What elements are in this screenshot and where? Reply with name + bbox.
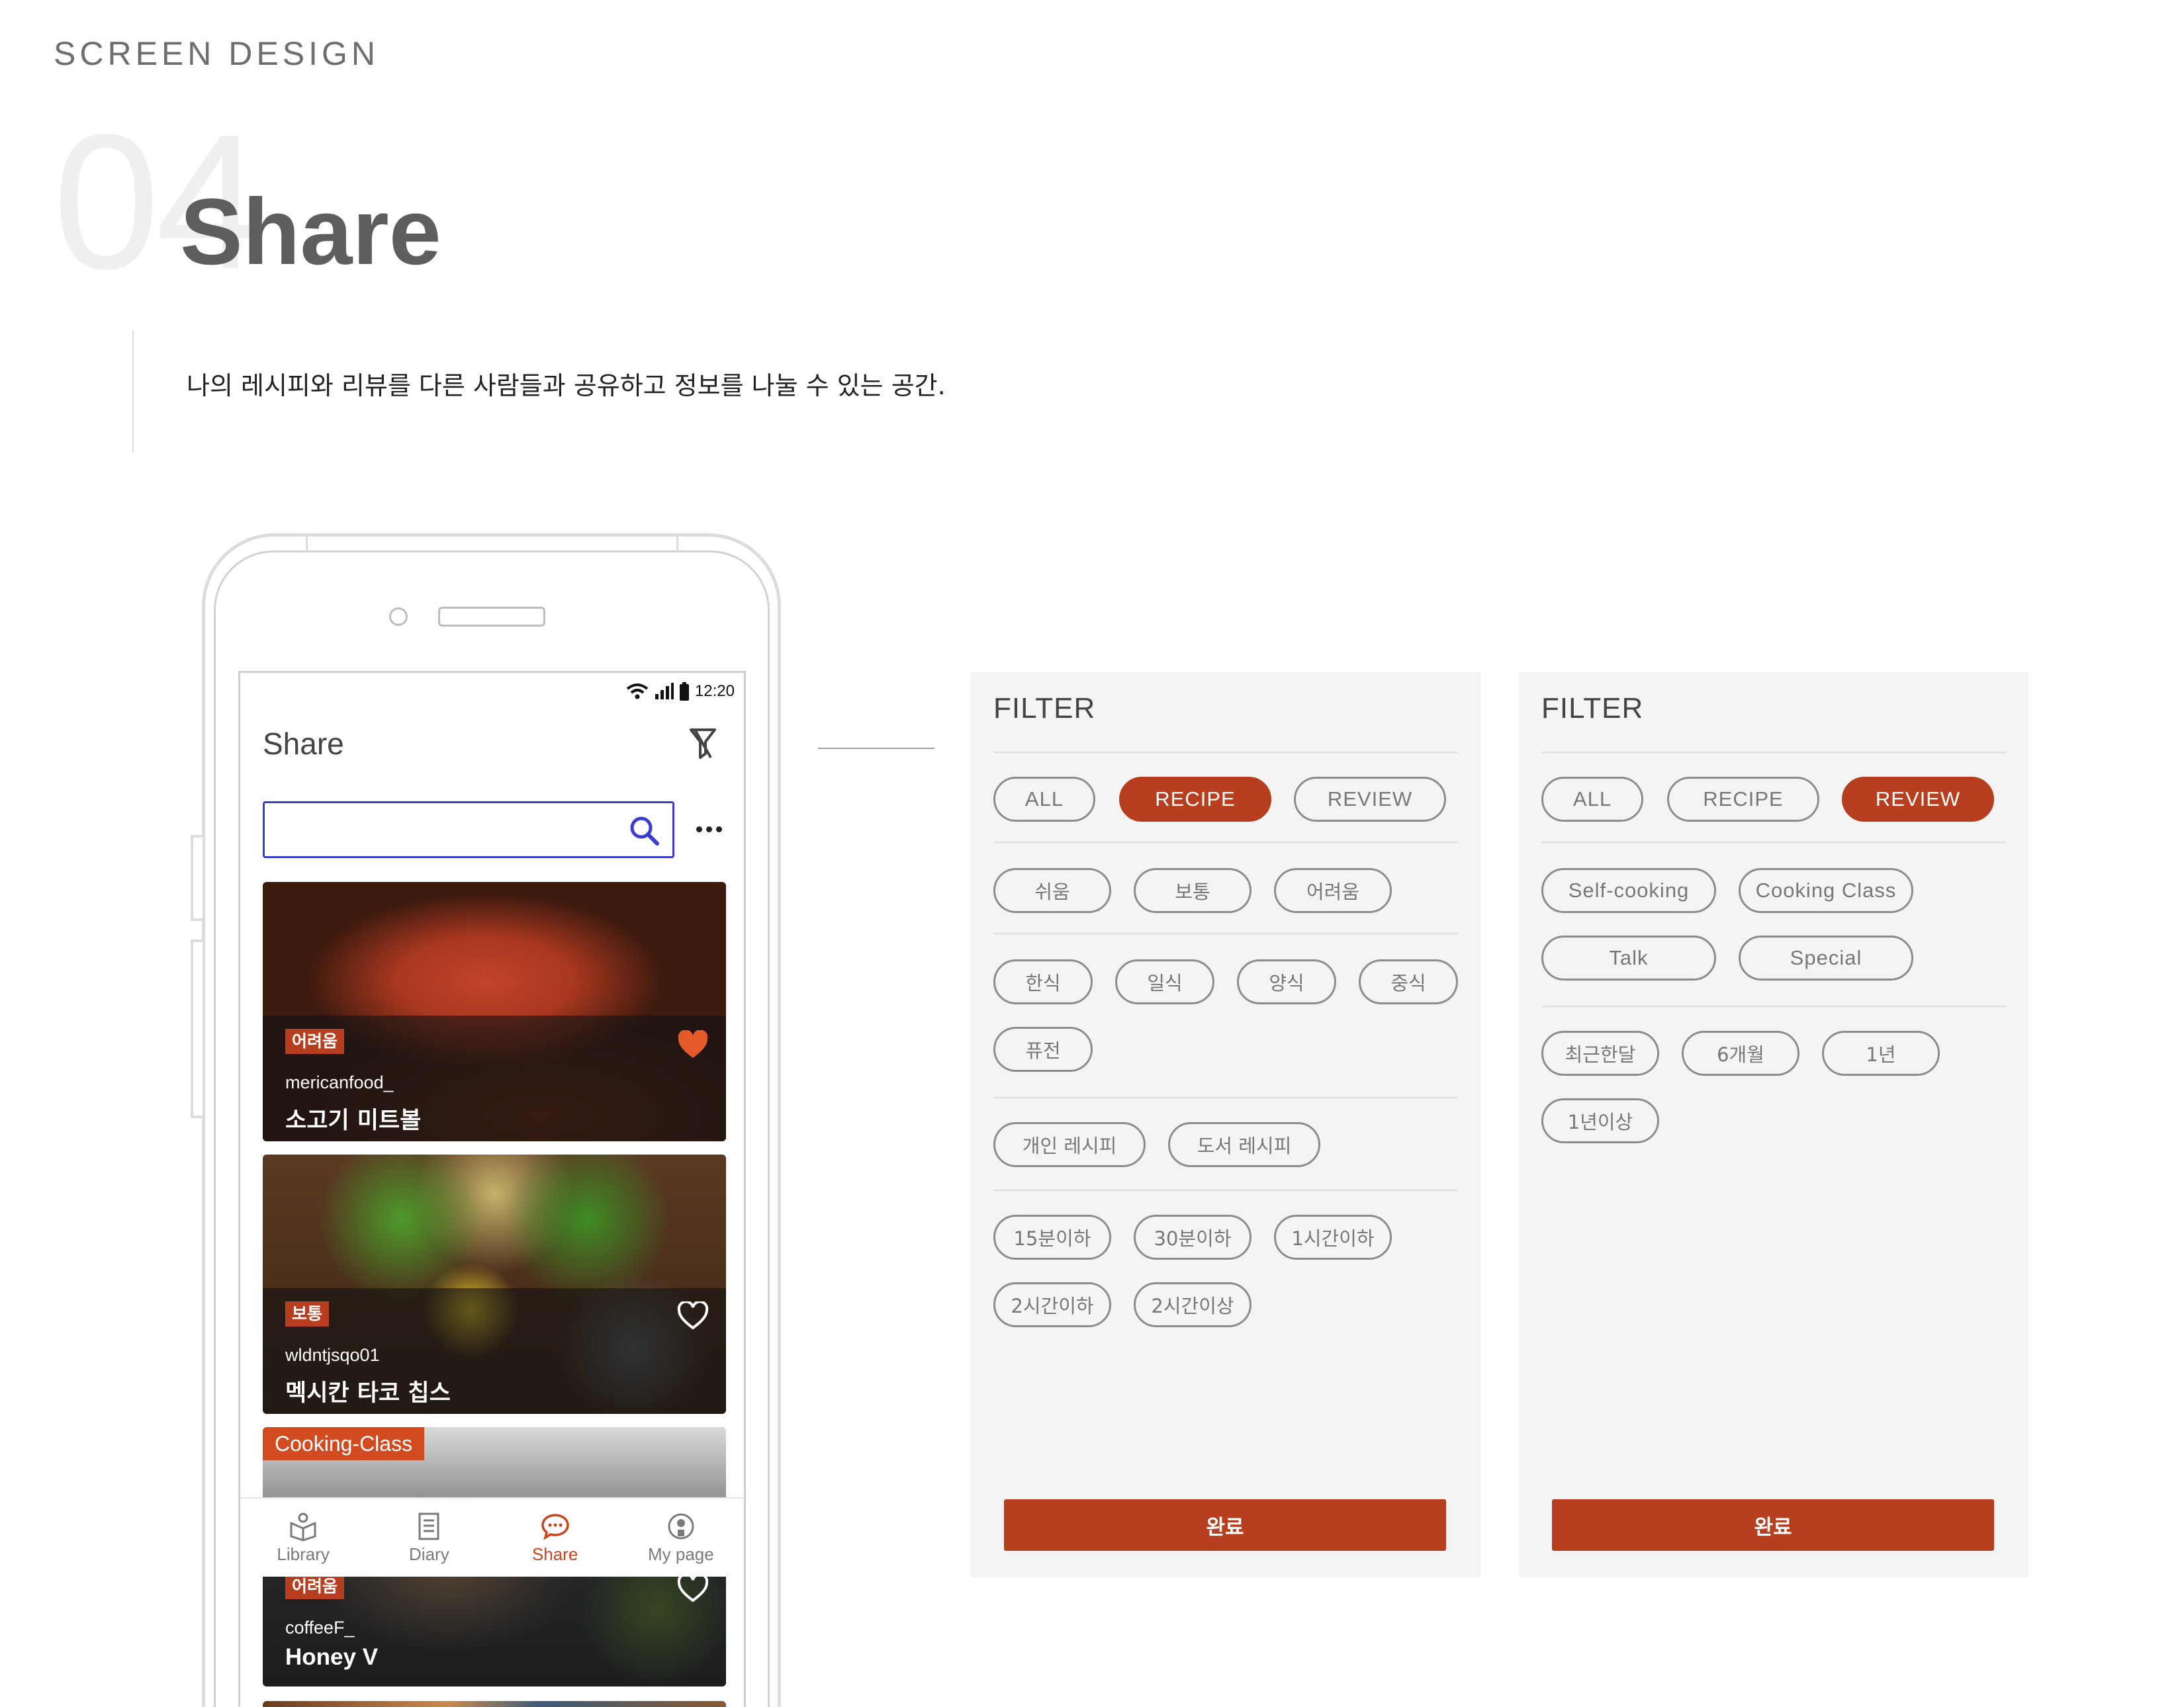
eyebrow-label: SCREEN DESIGN bbox=[54, 35, 379, 72]
chip-all[interactable]: ALL bbox=[1541, 777, 1643, 822]
status-time: 12:20 bbox=[694, 682, 735, 700]
section-description: 나의 레시피와 리뷰를 다른 사람들과 공유하고 정보를 나눌 수 있는 공간. bbox=[187, 371, 946, 400]
wifi-icon bbox=[626, 683, 649, 699]
chip-category[interactable]: Special bbox=[1739, 936, 1913, 981]
chip-cuisine[interactable]: 한식 bbox=[993, 959, 1093, 1004]
chip-source[interactable]: 개인 레시피 bbox=[993, 1122, 1146, 1167]
divider bbox=[993, 752, 1458, 753]
phone-top-line bbox=[306, 533, 308, 552]
chip-time[interactable]: 15분이하 bbox=[993, 1215, 1111, 1260]
nav-label: My page bbox=[648, 1544, 714, 1564]
chip-category[interactable]: Self-cooking bbox=[1541, 868, 1716, 913]
card-username: mericanfood_ bbox=[285, 1072, 394, 1092]
nav-label: Diary bbox=[409, 1544, 449, 1564]
nav-share[interactable]: Share bbox=[492, 1499, 618, 1577]
divider bbox=[993, 842, 1458, 843]
nav-mypage[interactable]: My page bbox=[618, 1499, 744, 1577]
share-chat-icon bbox=[541, 1513, 569, 1540]
chip-difficulty[interactable]: 어려움 bbox=[1274, 868, 1392, 913]
chip-time[interactable]: 2시간이하 bbox=[993, 1282, 1111, 1327]
chip-category[interactable]: Cooking Class bbox=[1739, 868, 1913, 913]
filter-icon bbox=[690, 728, 716, 759]
chip-recipe[interactable]: RECIPE bbox=[1667, 777, 1819, 822]
chip-review[interactable]: REVIEW bbox=[1842, 777, 1994, 822]
heart-filled-icon[interactable] bbox=[677, 1029, 709, 1059]
filter-panel-review: FILTER ALL RECIPE REVIEW Self-cooking Co… bbox=[1519, 672, 2028, 1577]
chip-source[interactable]: 도서 레시피 bbox=[1168, 1122, 1320, 1167]
chip-review[interactable]: REVIEW bbox=[1294, 777, 1446, 822]
recipe-card[interactable] bbox=[263, 1701, 726, 1707]
more-options-button[interactable] bbox=[690, 810, 727, 848]
chip-period[interactable]: 1년 bbox=[1822, 1031, 1940, 1076]
battery-icon bbox=[679, 682, 689, 701]
chip-all[interactable]: ALL bbox=[993, 777, 1095, 822]
chip-difficulty[interactable]: 쉬움 bbox=[993, 868, 1111, 913]
divider bbox=[1541, 842, 2006, 843]
diary-icon bbox=[418, 1512, 439, 1540]
divider bbox=[1541, 1006, 2006, 1007]
chip-recipe[interactable]: RECIPE bbox=[1119, 777, 1271, 822]
chip-cuisine[interactable]: 중식 bbox=[1359, 959, 1458, 1004]
filter-title: FILTER bbox=[993, 692, 1096, 724]
chip-period[interactable]: 최근한달 bbox=[1541, 1031, 1659, 1076]
bottom-nav: Library Diary Share My page bbox=[240, 1497, 744, 1577]
search-icon[interactable] bbox=[629, 815, 659, 846]
mypage-icon bbox=[668, 1513, 694, 1539]
chip-time[interactable]: 2시간이상 bbox=[1134, 1282, 1251, 1327]
recipe-card[interactable]: 어려움 mericanfood_ 소고기 미트볼 bbox=[263, 882, 726, 1141]
divider bbox=[993, 1097, 1458, 1098]
phone-top-line bbox=[676, 533, 678, 552]
chip-period[interactable]: 1년이상 bbox=[1541, 1098, 1659, 1143]
nav-label: Library bbox=[277, 1544, 330, 1564]
description-rule bbox=[132, 331, 134, 453]
phone-camera bbox=[389, 607, 408, 626]
chip-difficulty[interactable]: 보통 bbox=[1134, 868, 1251, 913]
heart-outline-icon[interactable] bbox=[677, 1573, 709, 1603]
chip-time[interactable]: 1시간이하 bbox=[1274, 1215, 1392, 1260]
food-photo bbox=[263, 1701, 726, 1707]
filter-panel-recipe: FILTER ALL RECIPE REVIEW 쉬움 보통 어려움 한식 일식… bbox=[971, 672, 1480, 1577]
chip-category[interactable]: Talk bbox=[1541, 936, 1716, 981]
heart-outline-icon[interactable] bbox=[677, 1300, 709, 1331]
difficulty-badge: 어려움 bbox=[285, 1574, 345, 1599]
nav-library[interactable]: Library bbox=[240, 1499, 366, 1577]
section-title: Share bbox=[180, 179, 441, 284]
nav-diary[interactable]: Diary bbox=[366, 1499, 492, 1577]
phone-side-button bbox=[191, 940, 203, 1118]
phone-speaker bbox=[438, 607, 545, 627]
app-title: Share bbox=[263, 726, 344, 761]
difficulty-badge: 보통 bbox=[285, 1301, 330, 1327]
done-button[interactable]: 완료 bbox=[1004, 1499, 1446, 1551]
card-title: Honey V bbox=[285, 1644, 379, 1670]
divider bbox=[993, 1190, 1458, 1191]
difficulty-badge: 어려움 bbox=[285, 1029, 345, 1054]
connector-line bbox=[818, 748, 934, 749]
chip-cuisine[interactable]: 퓨전 bbox=[993, 1027, 1093, 1072]
chip-time[interactable]: 30분이하 bbox=[1134, 1215, 1251, 1260]
divider bbox=[993, 933, 1458, 934]
card-username: coffeeF_ bbox=[285, 1618, 355, 1638]
chip-cuisine[interactable]: 일식 bbox=[1115, 959, 1214, 1004]
nav-label: Share bbox=[531, 1544, 578, 1564]
filter-button[interactable] bbox=[688, 727, 717, 760]
search-input[interactable] bbox=[263, 801, 674, 858]
cooking-class-tag: Cooking-Class bbox=[263, 1427, 425, 1460]
status-bar: 12:20 bbox=[626, 678, 735, 705]
card-title: 멕시칸 타코 칩스 bbox=[285, 1380, 451, 1407]
card-title: 소고기 미트볼 bbox=[285, 1108, 422, 1134]
phone-side-button bbox=[191, 835, 203, 921]
recipe-card[interactable]: 보통 wldntjsqo01 멕시칸 타코 칩스 bbox=[263, 1155, 726, 1414]
card-username: wldntjsqo01 bbox=[285, 1345, 380, 1365]
chip-period[interactable]: 6개월 bbox=[1682, 1031, 1799, 1076]
filter-title: FILTER bbox=[1541, 692, 1644, 724]
divider bbox=[1541, 752, 2006, 753]
done-button[interactable]: 완료 bbox=[1552, 1499, 1994, 1551]
chip-cuisine[interactable]: 양식 bbox=[1237, 959, 1336, 1004]
phone-screen: 12:20 Share 어려움 mericanfood_ 소고기 미트볼 보통 … bbox=[238, 671, 746, 1707]
signal-icon bbox=[655, 683, 674, 699]
library-icon bbox=[290, 1512, 316, 1541]
